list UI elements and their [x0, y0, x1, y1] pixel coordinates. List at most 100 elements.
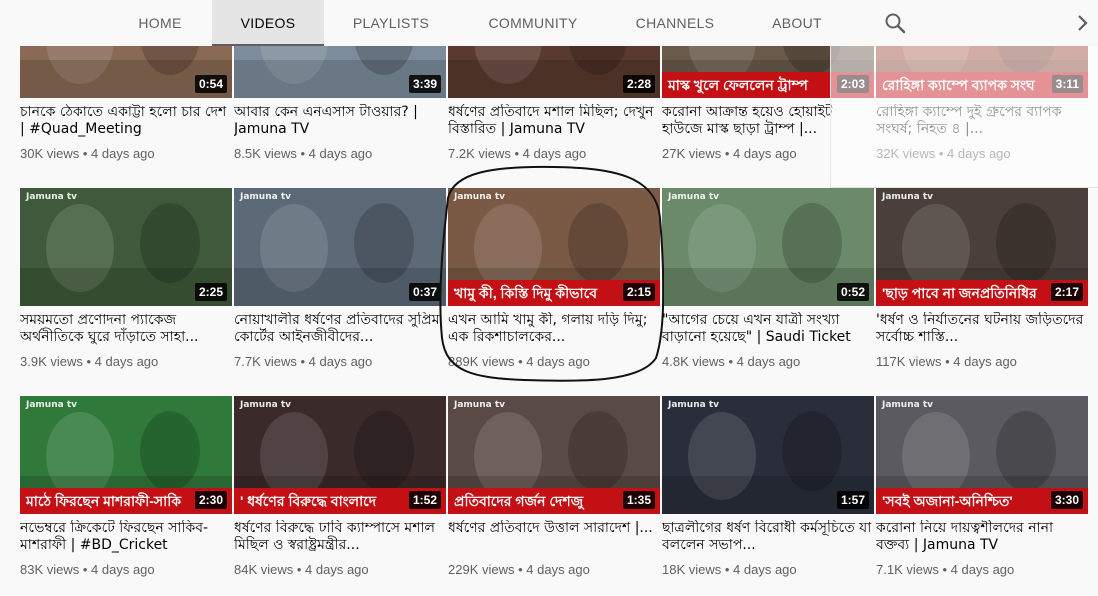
search-icon[interactable]: [882, 10, 908, 36]
video-meta: 889K views • 4 days ago: [448, 354, 660, 369]
video-title[interactable]: "আগের চেয়ে এখন যাত্রী সংখ্যা বাড়ানো হয…: [662, 312, 874, 346]
view-count: 84K views: [234, 562, 294, 577]
tab-playlists[interactable]: PLAYLISTS: [340, 0, 442, 46]
channel-logo-watermark: Jamuna tv: [454, 192, 505, 202]
duration-badge: 2:30: [194, 491, 227, 509]
upload-age: 4 days ago: [733, 562, 797, 577]
tab-about[interactable]: ABOUT: [760, 0, 834, 46]
meta-separator: •: [724, 354, 737, 369]
tab-videos[interactable]: VIDEOS: [212, 0, 324, 46]
duration-badge: 1:35: [622, 491, 655, 509]
video-thumbnail[interactable]: Jamuna tv 1:57: [662, 396, 874, 514]
duration-badge: 3:30: [1050, 491, 1083, 509]
video-thumbnail[interactable]: Jamuna tv 'সবই অজানা-অনিশ্চিত' 3:30: [876, 396, 1088, 514]
meta-separator: •: [296, 354, 309, 369]
channel-logo-watermark: Jamuna tv: [26, 192, 77, 202]
upload-age: 4 days ago: [91, 562, 155, 577]
upload-age: 4 days ago: [733, 146, 797, 161]
upload-age: 4 days ago: [91, 146, 155, 161]
duration-badge: 0:52: [836, 283, 869, 301]
video-title[interactable]: সময়মতো প্রণোদনা প্যাকেজ অর্থনীতিকে ঘুরে…: [20, 312, 232, 346]
channel-logo-watermark: Jamuna tv: [454, 400, 505, 410]
video-meta: 117K views • 4 days ago: [876, 354, 1088, 369]
channel-logo-watermark: Jamuna tv: [668, 400, 719, 410]
meta-separator: •: [721, 146, 734, 161]
upload-age: 4 days ago: [950, 562, 1015, 577]
channel-tab-bar: HOME VIDEOS PLAYLISTS COMMUNITY CHANNELS…: [0, 0, 1098, 46]
video-meta: 18K views • 4 days ago: [662, 562, 874, 577]
upload-age: 4 days ago: [526, 562, 590, 577]
video-meta: 7.2K views • 4 days ago: [448, 146, 660, 161]
view-count: 117K views: [876, 354, 942, 369]
video-thumbnail[interactable]: Jamuna tv 2:25: [20, 188, 232, 306]
view-count: 7.2K views: [448, 146, 511, 161]
meta-separator: •: [938, 562, 951, 577]
video-title[interactable]: চানকে ঠেকাতে একাট্টা হলো চার দেশ | #Quad…: [20, 104, 232, 138]
video-thumbnail[interactable]: Jamuna tv ' ধর্ষণের বিরুদ্ধে বাংলাদে 1:52: [234, 396, 446, 514]
video-thumbnail[interactable]: Jamuna tv খামু কী, কিস্তি দিমু কীভাবে 2:15: [448, 188, 660, 306]
video-title[interactable]: আবার কেন এনএসাস টাওয়ার? | Jamuna TV: [234, 104, 446, 138]
duration-badge: 3:39: [408, 75, 441, 93]
tab-community[interactable]: COMMUNITY: [474, 0, 592, 46]
meta-separator: •: [514, 562, 527, 577]
upload-age: 4 days ago: [308, 354, 373, 369]
meta-separator: •: [941, 354, 954, 369]
view-count: 4.8K views: [662, 354, 725, 369]
duration-badge: 2:25: [194, 283, 227, 301]
view-count: 229K views: [448, 562, 515, 577]
video-thumbnail[interactable]: Jamuna tv মাঠে ফিরছেন মাশরাফী-সাকি 2:30: [20, 396, 232, 514]
meta-separator: •: [510, 146, 523, 161]
duration-badge: 2:15: [622, 283, 655, 301]
meta-separator: •: [721, 562, 734, 577]
upload-age: 4 days ago: [305, 562, 369, 577]
meta-separator: •: [293, 562, 306, 577]
meta-separator: •: [79, 146, 92, 161]
channel-logo-watermark: Jamuna tv: [240, 192, 291, 202]
channel-logo-watermark: Jamuna tv: [668, 192, 719, 202]
view-count: 7.1K views: [876, 562, 939, 577]
video-thumbnail[interactable]: Jamuna tv 'ছাড় পাবে না জনপ্রতিনিধির 2:17: [876, 188, 1088, 306]
video-thumbnail[interactable]: Jamuna tv 0:52: [662, 188, 874, 306]
duration-badge: 2:28: [622, 75, 655, 93]
video-title[interactable]: ছাত্রলীগের ধর্ষণ বিরোধী কর্মসূচিতে যা বল…: [662, 520, 874, 554]
video-meta: 4.8K views • 4 days ago: [662, 354, 874, 369]
video-title[interactable]: এখন আমি খামু কী, গলায় দড়ি দিমু; এক রিক…: [448, 312, 660, 346]
video-title[interactable]: নোয়াখালীর ধর্ষণের প্রতিবাদের সুপ্রিম কো…: [234, 312, 446, 346]
upload-age: 4 days ago: [953, 354, 1017, 369]
upload-age: 4 days ago: [94, 354, 159, 369]
video-title[interactable]: ধর্ষণের প্রতিবাদে মশাল মিছিল; দেখুন বিস্…: [448, 104, 660, 138]
duration-badge: 0:37: [408, 283, 441, 301]
view-count: 18K views: [662, 562, 722, 577]
duration-badge: 2:17: [1050, 283, 1083, 301]
video-meta: 229K views • 4 days ago: [448, 562, 660, 577]
video-title[interactable]: নভেম্বরে ক্রিকেটে ফিরছেন সাকিব-মাশরাফী |…: [20, 520, 232, 554]
video-title[interactable]: ধর্ষণের বিরুদ্ধে ঢাবি ক্যাম্পাসে মশাল মি…: [234, 520, 446, 554]
view-count: 3.9K views: [20, 354, 83, 369]
video-thumbnail[interactable]: Jamuna tv প্রতিবাদের গর্জন দেশজু 1:35: [448, 396, 660, 514]
view-count: 30K views: [20, 146, 80, 161]
hover-overlay: [830, 34, 1098, 188]
video-meta: 8.5K views • 4 days ago: [234, 146, 446, 161]
view-count: 7.7K views: [234, 354, 297, 369]
tab-channels[interactable]: CHANNELS: [626, 0, 724, 46]
view-count: 889K views: [448, 354, 515, 369]
channel-logo-watermark: Jamuna tv: [882, 400, 933, 410]
chevron-right-icon[interactable]: [1072, 12, 1092, 34]
video-meta: 30K views • 4 days ago: [20, 146, 232, 161]
duration-badge: 1:52: [408, 491, 441, 509]
meta-separator: •: [296, 146, 309, 161]
meta-separator: •: [79, 562, 92, 577]
video-title[interactable]: ধর্ষণের প্রতিবাদে উত্তাল সারাদেশ |...: [448, 520, 660, 554]
video-meta: 7.1K views • 4 days ago: [876, 562, 1088, 577]
view-count: 83K views: [20, 562, 80, 577]
video-thumbnail[interactable]: Jamuna tv 0:37: [234, 188, 446, 306]
channel-logo-watermark: Jamuna tv: [882, 192, 933, 202]
video-title[interactable]: করোনা নিয়ে দায়ত্বশীলদের নানা বক্তব্য |…: [876, 520, 1088, 554]
channel-logo-watermark: Jamuna tv: [240, 400, 291, 410]
video-title[interactable]: 'ধর্ষণ ও নির্যাতনের ঘটনায় জড়িতদের সর্ব…: [876, 312, 1088, 346]
tab-home[interactable]: HOME: [122, 0, 198, 46]
duration-badge: 0:54: [194, 75, 227, 93]
view-count: 27K views: [662, 146, 722, 161]
upload-age: 4 days ago: [526, 354, 590, 369]
duration-badge: 1:57: [836, 491, 869, 509]
